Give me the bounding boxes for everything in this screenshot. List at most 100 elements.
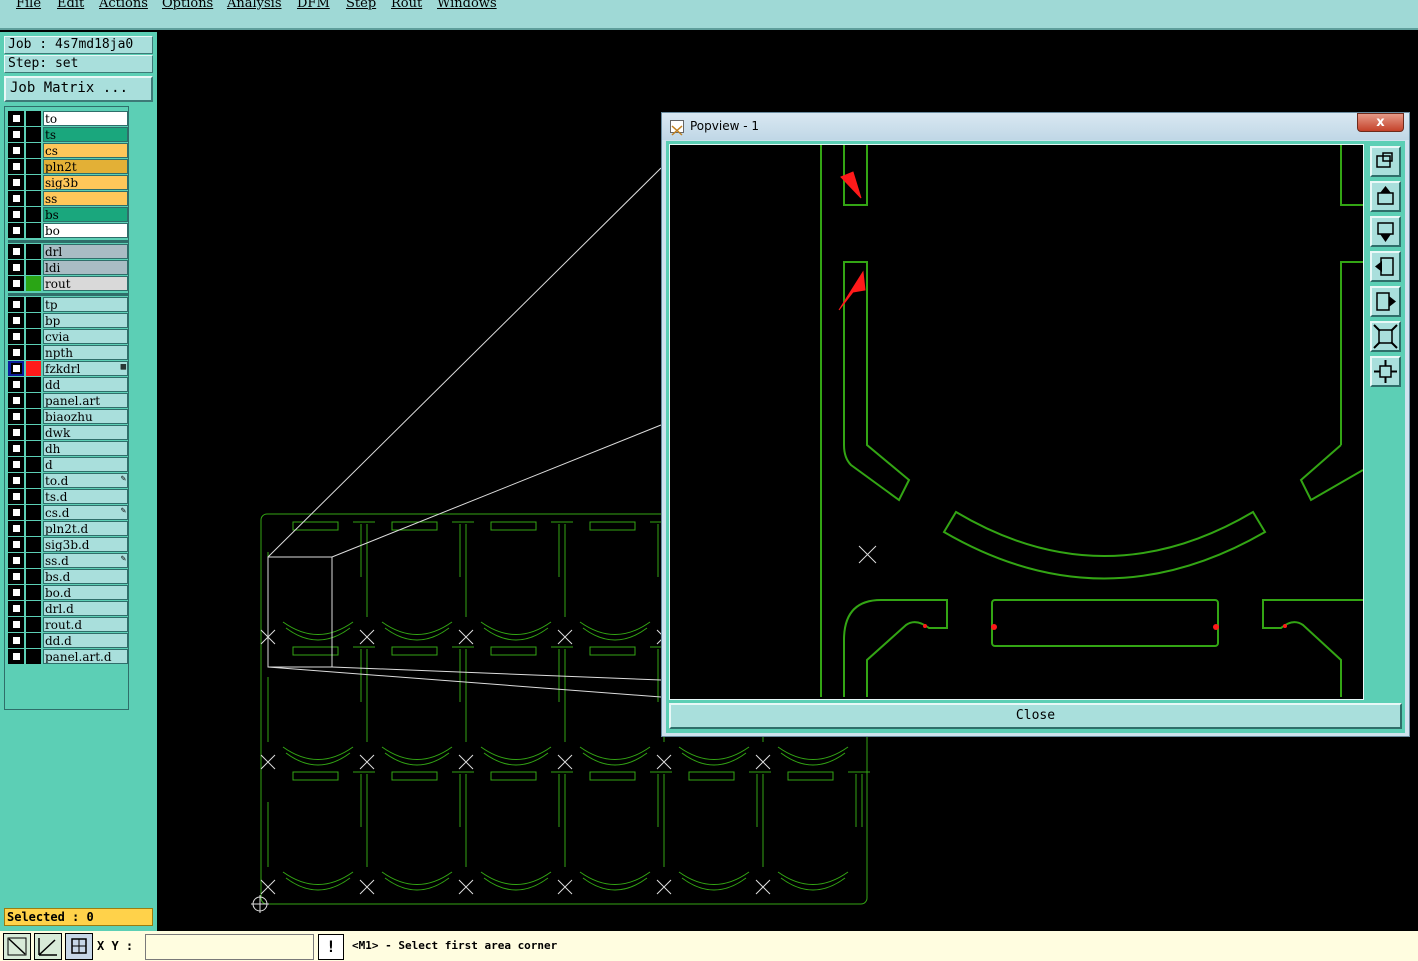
layer-name[interactable]: cs.d xyxy=(43,505,128,520)
menu-rout[interactable]: Rout xyxy=(391,0,422,11)
layer-checkbox[interactable] xyxy=(11,411,22,422)
pan-right-icon[interactable] xyxy=(1370,286,1401,317)
layer-affected-swatch[interactable] xyxy=(26,191,41,206)
layer-name[interactable]: rout xyxy=(43,276,128,291)
layer-affected-swatch[interactable] xyxy=(26,313,41,328)
zoom-window-icon[interactable] xyxy=(1370,146,1401,177)
layer-checkbox[interactable] xyxy=(11,523,22,534)
layer-checkbox[interactable] xyxy=(11,491,22,502)
xy-input[interactable] xyxy=(145,934,314,960)
layer-row[interactable]: to xyxy=(8,111,128,126)
layer-affected-swatch[interactable] xyxy=(26,521,41,536)
layer-checkbox[interactable] xyxy=(11,315,22,326)
layer-row[interactable]: sig3b xyxy=(8,175,128,190)
layer-name[interactable]: bs xyxy=(43,207,128,222)
layer-checkbox[interactable] xyxy=(11,129,22,140)
layer-checkbox[interactable] xyxy=(11,145,22,156)
layer-name[interactable]: bp xyxy=(43,313,128,328)
layer-name[interactable]: to.d xyxy=(43,473,128,488)
menu-edit[interactable]: Edit xyxy=(57,0,84,11)
layer-row[interactable]: pln2t.d xyxy=(8,521,128,536)
layer-name[interactable]: cs xyxy=(43,143,128,158)
menu-analysis[interactable]: Analysis xyxy=(227,0,282,11)
layer-name[interactable]: dd.d xyxy=(43,633,128,648)
snap-icon[interactable] xyxy=(34,933,62,960)
layer-checkbox[interactable] xyxy=(11,278,22,289)
layer-name[interactable]: dh xyxy=(43,441,128,456)
pan-left-icon[interactable] xyxy=(1370,251,1401,282)
layer-affected-swatch[interactable] xyxy=(26,633,41,648)
layer-checkbox[interactable] xyxy=(11,539,22,550)
layer-checkbox[interactable] xyxy=(11,571,22,582)
warning-icon[interactable]: ! xyxy=(318,934,344,960)
layer-affected-swatch[interactable] xyxy=(26,441,41,456)
layer-affected-swatch[interactable] xyxy=(26,361,41,376)
layer-name[interactable]: drl.d xyxy=(43,601,128,616)
layer-checkbox[interactable] xyxy=(11,209,22,220)
layer-affected-swatch[interactable] xyxy=(26,473,41,488)
layer-name[interactable]: fzkdrl xyxy=(43,361,128,376)
layer-row[interactable]: rout xyxy=(8,276,128,291)
layer-row[interactable]: dd xyxy=(8,377,128,392)
grid-icon[interactable] xyxy=(65,933,93,960)
layer-row[interactable]: sig3b.d xyxy=(8,537,128,552)
layer-affected-swatch[interactable] xyxy=(26,127,41,142)
layer-row[interactable]: cs xyxy=(8,143,128,158)
layer-checkbox[interactable] xyxy=(11,443,22,454)
layer-affected-swatch[interactable] xyxy=(26,377,41,392)
layer-name[interactable]: bo.d xyxy=(43,585,128,600)
layer-row[interactable]: ldi xyxy=(8,260,128,275)
measure-icon[interactable] xyxy=(3,933,31,960)
layer-row[interactable]: fzkdrl ▦ xyxy=(8,361,128,376)
layer-row[interactable]: ts xyxy=(8,127,128,142)
layer-name[interactable]: ldi xyxy=(43,260,128,275)
layer-name[interactable]: to xyxy=(43,111,128,126)
layer-checkbox[interactable] xyxy=(11,459,22,470)
job-matrix-button[interactable]: Job Matrix ... xyxy=(4,76,153,102)
layer-name[interactable]: sig3b xyxy=(43,175,128,190)
layer-name[interactable]: dd xyxy=(43,377,128,392)
layer-checkbox[interactable] xyxy=(11,299,22,310)
layer-row[interactable]: dh xyxy=(8,441,128,456)
menu-dfm[interactable]: DFM xyxy=(297,0,330,11)
layer-checkbox[interactable] xyxy=(11,619,22,630)
layer-row[interactable]: bs.d xyxy=(8,569,128,584)
popview-titlebar[interactable]: Popview - 1 x xyxy=(662,113,1409,140)
menu-step[interactable]: Step xyxy=(346,0,376,11)
layer-checkbox[interactable] xyxy=(11,246,22,257)
layer-checkbox[interactable] xyxy=(11,587,22,598)
zoom-out-icon[interactable] xyxy=(1370,356,1401,387)
layer-affected-swatch[interactable] xyxy=(26,553,41,568)
layer-affected-swatch[interactable] xyxy=(26,585,41,600)
layer-affected-swatch[interactable] xyxy=(26,569,41,584)
close-button[interactable]: Close xyxy=(669,703,1402,729)
layer-affected-swatch[interactable] xyxy=(26,489,41,504)
layer-affected-swatch[interactable] xyxy=(26,111,41,126)
layer-name[interactable]: bo xyxy=(43,223,128,238)
layer-name[interactable]: ss.d xyxy=(43,553,128,568)
layer-affected-swatch[interactable] xyxy=(26,393,41,408)
menu-file[interactable]: File xyxy=(16,0,41,11)
layer-checkbox[interactable] xyxy=(11,193,22,204)
layer-name[interactable]: cvia xyxy=(43,329,128,344)
layer-row[interactable]: pln2t xyxy=(8,159,128,174)
layer-row[interactable]: biaozhu xyxy=(8,409,128,424)
layer-row[interactable]: bo xyxy=(8,223,128,238)
layer-row[interactable]: drl xyxy=(8,244,128,259)
layer-checkbox[interactable] xyxy=(11,113,22,124)
layer-checkbox[interactable] xyxy=(11,427,22,438)
layer-row[interactable]: d xyxy=(8,457,128,472)
layer-row[interactable]: ts.d xyxy=(8,489,128,504)
layer-affected-swatch[interactable] xyxy=(26,649,41,664)
layer-row[interactable]: cs.d ✎ xyxy=(8,505,128,520)
layer-name[interactable]: d xyxy=(43,457,128,472)
layer-affected-swatch[interactable] xyxy=(26,175,41,190)
layer-row[interactable]: rout.d xyxy=(8,617,128,632)
layer-checkbox[interactable] xyxy=(11,363,22,374)
layer-affected-swatch[interactable] xyxy=(26,276,41,291)
layer-row[interactable]: panel.art.d xyxy=(8,649,128,664)
layer-checkbox[interactable] xyxy=(11,651,22,662)
layer-row[interactable]: drl.d xyxy=(8,601,128,616)
layer-name[interactable]: biaozhu xyxy=(43,409,128,424)
layer-name[interactable]: tp xyxy=(43,297,128,312)
